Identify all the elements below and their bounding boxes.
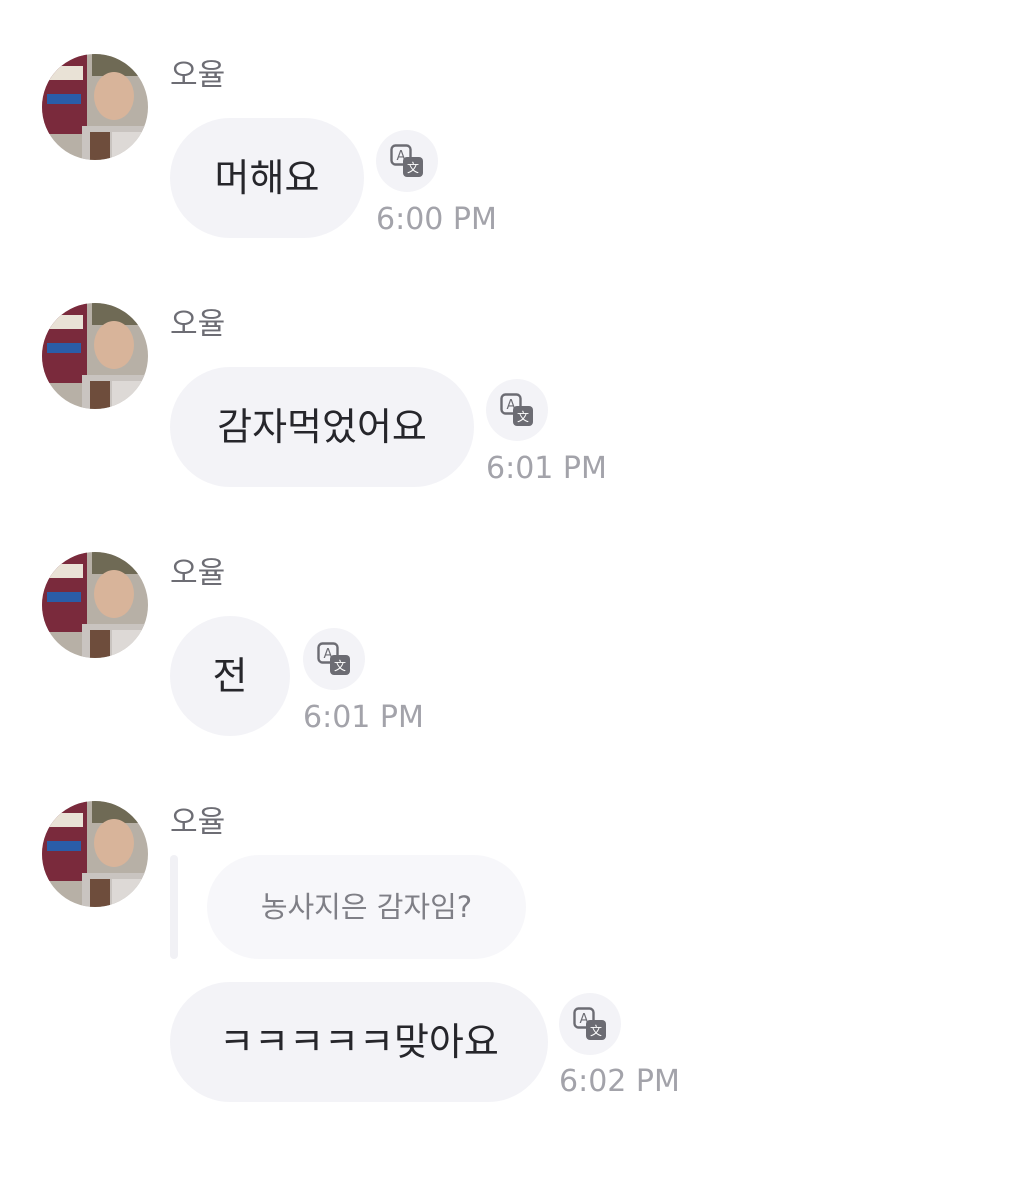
translate-icon: A 文 <box>500 393 533 426</box>
reply-quote[interactable]: 농사지은 감자임? <box>207 855 526 959</box>
message-bubble[interactable]: 머해요 <box>170 118 364 238</box>
translate-button[interactable]: A 文 <box>376 130 438 192</box>
profile-photo <box>42 552 148 658</box>
sender-name: 오율 <box>170 58 226 93</box>
message-bubble[interactable]: ㅋㅋㅋㅋㅋ맞아요 <box>170 982 548 1102</box>
translate-icon: A 文 <box>573 1007 606 1040</box>
svg-text:文: 文 <box>590 1023 602 1038</box>
profile-photo <box>42 54 148 160</box>
translate-icon: A 文 <box>317 642 350 675</box>
translate-button[interactable]: A 文 <box>486 379 548 441</box>
sender-name: 오율 <box>170 307 226 342</box>
message-bubble[interactable]: 감자먹었어요 <box>170 367 474 487</box>
profile-photo <box>42 303 148 409</box>
svg-text:文: 文 <box>517 409 529 424</box>
avatar[interactable] <box>42 552 148 658</box>
timestamp: 6:01 PM <box>303 700 424 735</box>
avatar[interactable] <box>42 303 148 409</box>
sender-name: 오율 <box>170 805 226 840</box>
avatar[interactable] <box>42 801 148 907</box>
translate-button[interactable]: A 文 <box>559 993 621 1055</box>
translate-icon: A 文 <box>390 144 423 177</box>
profile-photo <box>42 801 148 907</box>
translate-button[interactable]: A 文 <box>303 628 365 690</box>
timestamp: 6:00 PM <box>376 202 497 237</box>
message-bubble[interactable]: 전 <box>170 616 290 736</box>
avatar[interactable] <box>42 54 148 160</box>
timestamp: 6:02 PM <box>559 1064 680 1099</box>
timestamp: 6:01 PM <box>486 451 607 486</box>
svg-text:文: 文 <box>407 160 419 175</box>
reply-indicator-bar <box>170 855 178 959</box>
sender-name: 오율 <box>170 556 226 591</box>
svg-text:文: 文 <box>334 658 346 673</box>
